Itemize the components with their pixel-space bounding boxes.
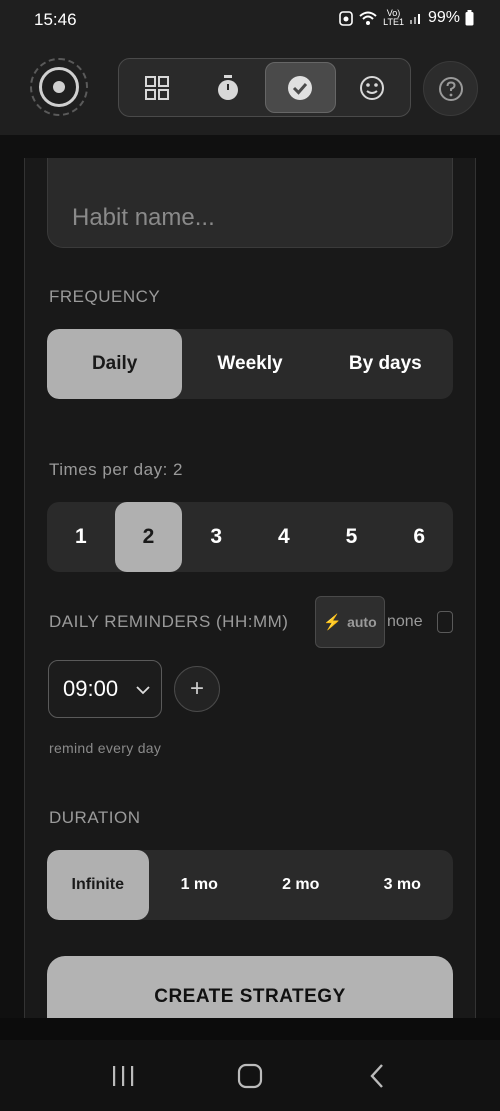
battery-icon (465, 10, 474, 26)
notification-icon (339, 11, 353, 26)
frequency-selector: Daily Weekly By days (47, 329, 453, 399)
reminder-time-value: 09:00 (63, 676, 119, 701)
times-per-day-selector: 1 2 3 4 5 6 (47, 502, 453, 572)
frequency-label: FREQUENCY (49, 287, 161, 306)
duration-option-1mo[interactable]: 1 mo (149, 850, 251, 920)
none-checkbox[interactable] (437, 611, 453, 633)
back-button[interactable] (347, 1056, 407, 1096)
auto-reminder-button[interactable]: ⚡ auto (315, 596, 385, 648)
duration-selector: Infinite 1 mo 2 mo 3 mo (47, 850, 453, 920)
lightning-icon: ⚡ (323, 614, 343, 631)
home-icon (237, 1063, 263, 1088)
habit-form: FREQUENCY Daily Weekly By days Times per… (24, 158, 476, 1018)
reminder-time-select[interactable]: 09:00 (48, 660, 162, 718)
logo-ring (39, 67, 79, 107)
check-circle-icon (288, 75, 313, 100)
grid-icon (144, 75, 169, 100)
tab-mood[interactable] (338, 62, 407, 113)
create-strategy-button[interactable]: CREATE STRATEGY (47, 956, 453, 1018)
back-icon (370, 1063, 383, 1088)
add-reminder-button[interactable]: + (174, 666, 220, 712)
help-button[interactable] (423, 61, 478, 116)
remind-hint: remind every day (49, 740, 162, 756)
system-nav-bar (0, 1040, 500, 1111)
nav-tab-group (118, 58, 411, 117)
duration-option-3mo[interactable]: 3 mo (352, 850, 454, 920)
help-icon (438, 76, 463, 101)
duration-label: DURATION (49, 808, 141, 827)
recent-apps-button[interactable] (93, 1056, 153, 1096)
wifi-icon (359, 11, 377, 25)
none-label: none (387, 613, 423, 630)
frequency-option-daily[interactable]: Daily (47, 329, 183, 399)
app-header (0, 40, 500, 135)
duration-option-infinite[interactable]: Infinite (47, 850, 149, 920)
daily-reminders-label: DAILY REMINDERS (HH:MM) (49, 612, 289, 631)
stopwatch-icon (217, 74, 238, 100)
battery-percent: 99% (427, 9, 460, 26)
status-time: 15:46 (34, 10, 77, 29)
times-per-day-label: Times per day: 2 (49, 460, 183, 479)
recent-apps-icon (113, 1065, 134, 1086)
smiley-icon (360, 75, 385, 100)
duration-option-2mo[interactable]: 2 mo (250, 850, 352, 920)
times-option-6[interactable]: 6 (385, 502, 453, 572)
times-option-1[interactable]: 1 (47, 502, 115, 572)
app-logo[interactable] (30, 58, 88, 116)
times-option-3[interactable]: 3 (182, 502, 250, 572)
tab-timer[interactable] (193, 62, 262, 113)
chevron-down-icon (136, 686, 150, 695)
bottom-spacer (0, 1018, 500, 1040)
logo-dot (53, 81, 65, 93)
habit-name-input[interactable] (47, 158, 453, 248)
times-option-5[interactable]: 5 (318, 502, 386, 572)
network-bottom: LTE1 (383, 17, 404, 27)
tab-habits[interactable] (264, 62, 336, 113)
plus-icon: + (189, 675, 204, 702)
network-label: Vo) LTE1 (383, 9, 404, 27)
signal-icon (409, 14, 420, 24)
home-button[interactable] (220, 1056, 280, 1096)
times-option-4[interactable]: 4 (250, 502, 318, 572)
status-icons: Vo) LTE1 99% (339, 9, 474, 27)
times-option-2[interactable]: 2 (114, 502, 183, 572)
auto-label: auto (347, 614, 377, 630)
status-bar: 15:46 Vo) LTE1 99% (0, 0, 500, 40)
frequency-option-by-days[interactable]: By days (318, 329, 453, 399)
tab-grid[interactable] (122, 62, 191, 113)
frequency-option-weekly[interactable]: Weekly (182, 329, 317, 399)
